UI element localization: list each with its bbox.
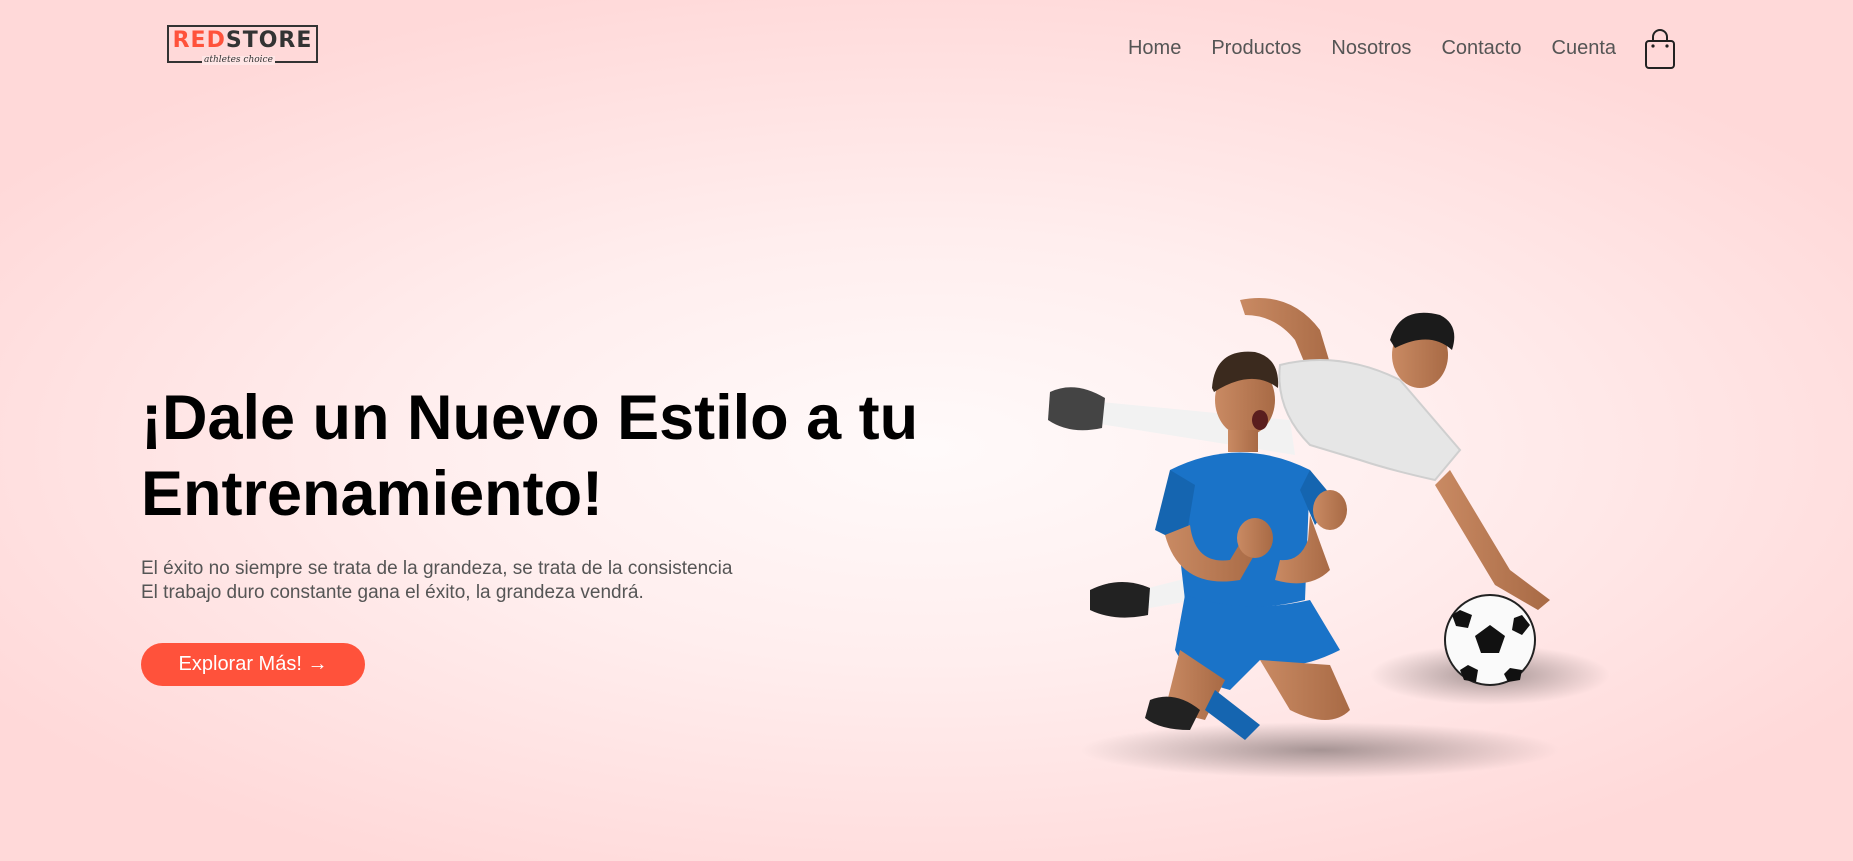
hero-description-line-1: El éxito no siempre se trata de la grand… — [141, 558, 733, 579]
shopping-bag-icon[interactable] — [1644, 28, 1676, 70]
nav-nosotros[interactable]: Nosotros — [1331, 37, 1411, 60]
main-nav: Home Productos Nosotros Contacto Cuenta — [1128, 37, 1616, 60]
logo-wordmark: REDSTORE — [172, 28, 313, 53]
hero-title-line-1: ¡Dale un Nuevo Estilo a tu — [141, 383, 919, 453]
explore-more-button[interactable]: Explorar Más! → — [141, 643, 365, 686]
hero-description: El éxito no siempre se trata de la grand… — [141, 557, 732, 605]
hero-title: ¡Dale un Nuevo Estilo a tu Entrenamiento… — [141, 380, 961, 532]
nav-contacto[interactable]: Contacto — [1441, 37, 1521, 60]
nav-productos[interactable]: Productos — [1211, 37, 1301, 60]
nav-cuenta[interactable]: Cuenta — [1552, 37, 1617, 60]
logo-tagline: athletes choice — [202, 55, 275, 65]
hero-title-line-2: Entrenamiento! — [141, 459, 604, 529]
nav-home[interactable]: Home — [1128, 37, 1181, 60]
soccer-players-image — [1048, 298, 1610, 778]
logo[interactable]: REDSTORE athletes choice — [167, 25, 318, 65]
hero-description-line-2: El trabajo duro constante gana el éxito,… — [141, 582, 644, 603]
